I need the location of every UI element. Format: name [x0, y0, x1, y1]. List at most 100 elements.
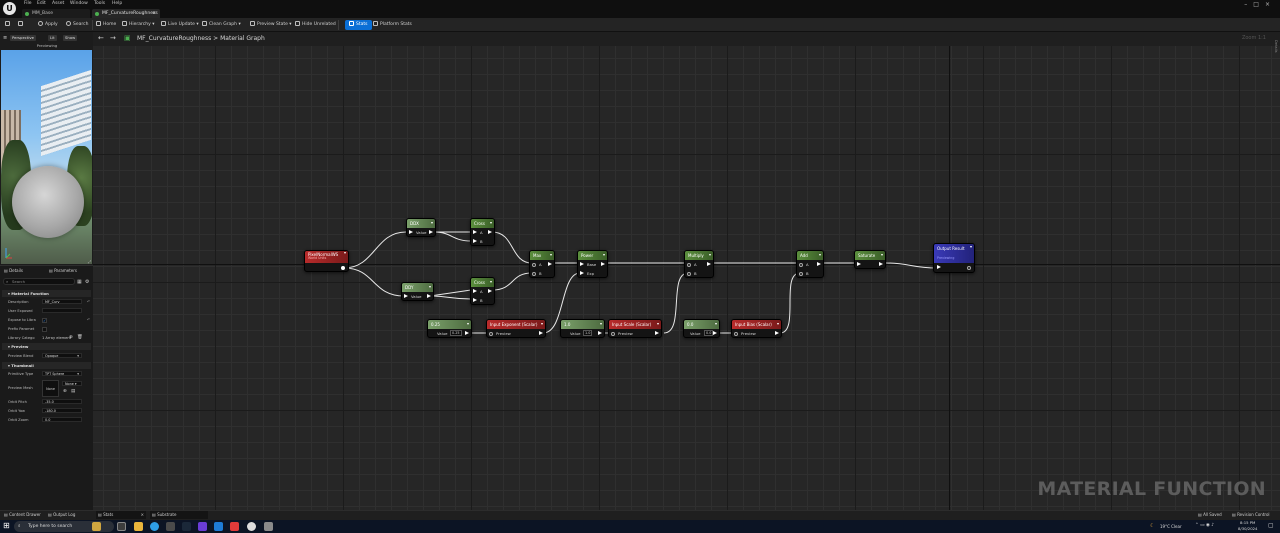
input-pin-a[interactable] — [799, 262, 803, 267]
collapse-chevron-icon[interactable]: ▾ — [881, 251, 883, 258]
collapse-chevron-icon[interactable]: ▾ — [490, 278, 492, 285]
input-pin[interactable] — [404, 294, 408, 298]
node-input-scale[interactable]: Input Scale (Scalar) ▾ Preview — [608, 319, 662, 338]
input-pin-preview[interactable] — [611, 331, 615, 336]
node-constant-scale[interactable]: 1.0 ▾ Value 1.0 — [560, 319, 605, 338]
output-pin[interactable] — [775, 331, 779, 335]
output-pin[interactable] — [598, 331, 602, 335]
node-pixel-normal-ws[interactable]: PixelNormalWS World Units ▾ — [304, 250, 349, 272]
node-input-exponent[interactable]: Input Exponent (Scalar) ▾ Preview — [486, 319, 546, 338]
taskbar-app-icon[interactable] — [264, 522, 273, 531]
node-saturate[interactable]: Saturate ▾ — [854, 250, 886, 269]
collapse-chevron-icon[interactable]: ▾ — [550, 251, 552, 258]
output-pin[interactable] — [601, 262, 605, 266]
output-pin[interactable] — [341, 265, 345, 270]
output-pin[interactable] — [548, 262, 552, 266]
input-pin-a[interactable] — [473, 289, 477, 293]
collapse-chevron-icon[interactable]: ▾ — [467, 320, 469, 327]
output-pin[interactable] — [713, 331, 717, 335]
input-pin-base[interactable] — [580, 262, 584, 266]
node-output-result[interactable]: Output Result Previewing ▾ — [933, 243, 975, 273]
all-saved-status[interactable]: ▤ All Saved — [1198, 511, 1222, 519]
output-pin[interactable] — [488, 230, 492, 234]
collapse-chevron-icon[interactable]: ▾ — [709, 251, 711, 258]
taskbar-app-icon[interactable] — [92, 522, 101, 531]
output-pin[interactable] — [488, 289, 492, 293]
output-log-button[interactable]: ▤ Output Log — [48, 511, 75, 519]
node-constant-bias[interactable]: 0.0 ▾ Value 0.0 — [683, 319, 720, 338]
stats-panel-tab[interactable]: ▤ Stats × — [96, 511, 146, 519]
output-pin[interactable] — [427, 294, 431, 298]
collapse-chevron-icon[interactable]: ▾ — [431, 219, 433, 226]
clock-date[interactable]: 8/30/2024 — [1238, 526, 1257, 531]
windows-taskbar — [0, 520, 1280, 533]
input-pin-exp[interactable] — [580, 271, 584, 275]
browser-icon[interactable] — [150, 522, 159, 531]
taskbar-app-icon[interactable] — [198, 522, 207, 531]
system-tray-icons[interactable]: ⌃ ▭ ◉ ♪ — [1195, 523, 1214, 528]
output-pin[interactable] — [817, 262, 821, 266]
taskbar-app-icon[interactable] — [214, 522, 223, 531]
input-pin-preview[interactable] — [489, 331, 493, 336]
node-power[interactable]: Power ▾ Base Exp — [577, 250, 608, 278]
node-ddx[interactable]: DDX ▾ Value — [406, 218, 436, 237]
collapse-chevron-icon[interactable]: ▾ — [541, 320, 543, 327]
node-multiply[interactable]: Multiply ▾ A B — [684, 250, 714, 278]
input-pin[interactable] — [937, 265, 941, 269]
unreal-engine-taskbar-icon[interactable] — [247, 522, 256, 531]
node-cross-1[interactable]: Cross ▾ A B — [470, 218, 495, 246]
input-pin-a[interactable] — [687, 262, 691, 267]
constant-value-field[interactable]: 0.25 — [450, 330, 462, 336]
input-pin-a[interactable] — [532, 262, 536, 267]
windows-start-icon[interactable]: ⊞ — [3, 521, 10, 530]
wire — [343, 231, 407, 269]
node-input-bias[interactable]: Input Bias (Scalar) ▾ Preview — [731, 319, 782, 338]
input-pin-b[interactable] — [532, 271, 536, 276]
steam-icon[interactable] — [182, 522, 191, 531]
collapse-chevron-icon[interactable]: ▾ — [429, 283, 431, 290]
collapse-chevron-icon[interactable]: ▾ — [819, 251, 821, 258]
collapse-chevron-icon[interactable]: ▾ — [344, 251, 346, 255]
taskbar-app-icon[interactable] — [166, 522, 175, 531]
input-pin-b[interactable] — [799, 271, 803, 276]
collapse-chevron-icon[interactable]: ▾ — [603, 251, 605, 258]
output-pin[interactable] — [465, 331, 469, 335]
task-view-icon[interactable] — [117, 522, 126, 531]
collapse-chevron-icon[interactable]: ▾ — [600, 320, 602, 327]
constant-value-field[interactable]: 0.0 — [704, 330, 714, 336]
revision-control-button[interactable]: ▤ Revision Control — [1232, 511, 1270, 519]
clock-time[interactable]: 8:15 PM — [1240, 520, 1255, 525]
input-pin-b[interactable] — [473, 239, 477, 243]
input-pin-b[interactable] — [473, 298, 477, 302]
input-pin-b[interactable] — [687, 271, 691, 276]
taskbar-app-icon[interactable] — [230, 522, 239, 531]
weather-status[interactable]: 19°C Clear — [1160, 524, 1182, 529]
node-add[interactable]: Add ▾ A B — [796, 250, 824, 278]
constant-value-field[interactable]: 1.0 — [583, 330, 593, 336]
output-pin[interactable] — [655, 331, 659, 335]
collapse-chevron-icon[interactable]: ▾ — [970, 244, 972, 249]
material-function-watermark: MATERIAL FUNCTION — [1037, 478, 1266, 500]
substrate-panel-tab[interactable]: ▤ Substrate — [150, 511, 208, 519]
output-pin[interactable] — [539, 331, 543, 335]
content-drawer-button[interactable]: ▤ Content Drawer — [4, 511, 41, 519]
output-pin[interactable] — [967, 265, 971, 270]
collapse-chevron-icon[interactable]: ▾ — [490, 219, 492, 226]
node-ddy[interactable]: DDY ▾ Value — [401, 282, 434, 301]
input-pin-preview[interactable] — [734, 331, 738, 336]
collapse-chevron-icon[interactable]: ▾ — [777, 320, 779, 327]
notification-icon[interactable]: ▢ — [1268, 522, 1274, 529]
output-pin[interactable] — [879, 262, 883, 266]
collapse-chevron-icon[interactable]: ▾ — [715, 320, 717, 327]
node-max[interactable]: Max ▾ A B — [529, 250, 555, 278]
output-pin[interactable] — [707, 262, 711, 266]
node-constant-exponent[interactable]: 0.25 ▾ Value 0.25 — [427, 319, 472, 338]
input-pin[interactable] — [857, 262, 861, 266]
node-cross-2[interactable]: Cross ▾ A B — [470, 277, 495, 305]
input-pin[interactable] — [409, 230, 413, 234]
file-explorer-icon[interactable] — [134, 522, 143, 531]
collapse-chevron-icon[interactable]: ▾ — [657, 320, 659, 327]
output-pin[interactable] — [429, 230, 433, 234]
graph-wires — [343, 231, 938, 334]
input-pin-a[interactable] — [473, 230, 477, 234]
